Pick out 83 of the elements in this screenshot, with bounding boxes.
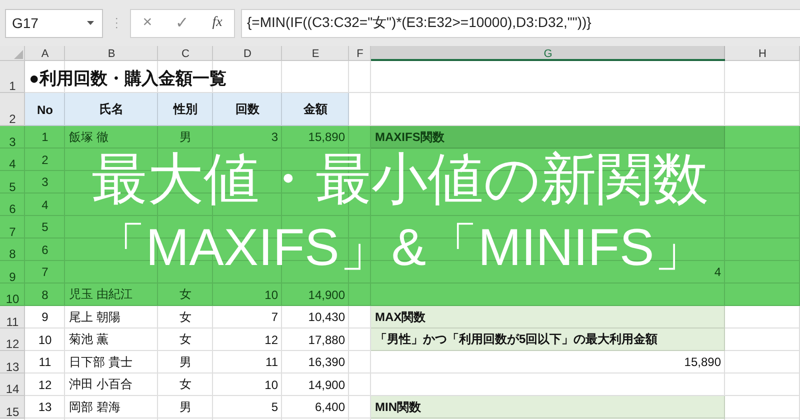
table-cell-text: 3: [40, 174, 50, 192]
table-cell-text: 6,400: [314, 399, 346, 416]
table-cell-text: 女: [178, 331, 192, 348]
row-number: 4: [8, 156, 17, 171]
table-cell-text: 11: [264, 354, 279, 372]
row-number: 15: [0, 396, 25, 418]
table-cell-text: 2: [40, 152, 50, 169]
column-label: No: [25, 93, 65, 126]
table-cell-text: 4: [40, 196, 50, 214]
table-cell-text: 沖田 小百合: [68, 376, 134, 394]
row-number: 14: [0, 374, 25, 396]
table-cell-text: 児玉 由紀江: [68, 286, 134, 304]
table-cell-text: 男: [178, 398, 192, 416]
table-cell: 「男性」かつ「利用回数が5回以下」の最大利用金額: [371, 328, 725, 351]
table-cell-text: 5: [270, 399, 279, 416]
table-cell-text: 14,900: [307, 376, 346, 394]
row-number: 1: [0, 61, 25, 93]
column-header[interactable]: H: [725, 46, 800, 61]
table-cell-text: 男: [178, 128, 192, 146]
column-label: 性別: [158, 93, 213, 126]
table-cell-text: 16,390: [307, 354, 346, 372]
table-cell-text: 14,900: [307, 286, 346, 304]
row-number: 8: [8, 246, 17, 261]
table-cell-text: 7: [40, 264, 50, 282]
column-header[interactable]: E: [282, 46, 349, 61]
table-cell-text: 男: [178, 354, 192, 371]
column-label: 回数: [213, 93, 282, 126]
row-number: 3: [8, 134, 17, 148]
table-cell-text: 1: [40, 129, 50, 146]
column-header[interactable]: A: [25, 46, 65, 61]
sheet-title: ●利用回数・購入金額一覧: [28, 68, 228, 90]
column-header[interactable]: C: [158, 46, 213, 61]
row-number: 12: [0, 328, 25, 351]
grip-icon: [115, 18, 118, 28]
row-number: 2: [0, 93, 25, 126]
table-cell-text: 8: [40, 286, 50, 304]
column-header[interactable]: D: [213, 46, 282, 61]
column-header[interactable]: F: [349, 46, 371, 61]
table-cell-text: 9: [40, 309, 50, 326]
table-cell-text: 日下部 貴士: [68, 354, 134, 371]
table-cell-text: 菊池 薫: [68, 331, 110, 348]
row-number: 9: [8, 268, 17, 284]
table-cell-text: 女: [178, 308, 192, 326]
row-number: 6: [8, 201, 17, 216]
banner-title: 最大値・最小値の新関数: [92, 150, 708, 208]
table-cell-text: 6: [40, 242, 50, 259]
table-cell-text: 12: [37, 376, 53, 394]
row-number: 13: [0, 351, 25, 374]
table-cell-text: 飯塚 徹: [68, 128, 110, 146]
row-number: 11: [0, 306, 25, 328]
insert-function-button[interactable]: fx: [212, 15, 222, 31]
table-cell: MIN関数: [371, 396, 725, 418]
table-cell-text: 女: [178, 286, 192, 304]
name-box[interactable]: G17: [5, 8, 103, 38]
table-cell: MAXIFS関数: [371, 126, 725, 148]
caret-icon[interactable]: [87, 21, 94, 25]
column-header[interactable]: G: [371, 46, 725, 61]
table-cell-text: 13: [37, 399, 53, 416]
column-label: 氏名: [65, 93, 158, 126]
table-cell-text: 10: [37, 332, 53, 349]
column-label: 金額: [282, 93, 349, 126]
table-cell-text: 7: [270, 309, 279, 326]
table-cell-text: 5: [40, 219, 50, 236]
table-cell-text: 15,890: [683, 354, 722, 372]
table-cell-text: 17,880: [307, 332, 346, 349]
row-number: 5: [8, 178, 17, 194]
table-cell: MAX関数: [371, 306, 725, 328]
table-cell-text: 15,890: [307, 129, 346, 146]
table-cell-text: 女: [178, 376, 192, 394]
row-number: 10: [4, 291, 20, 306]
formula-field[interactable]: {=MIN(IF((C3:C32="女")*(E3:E32>=10000),D3:D32,""))}: [241, 8, 800, 38]
table-cell-text: 4: [713, 264, 722, 282]
table-cell-text: 12: [264, 332, 279, 349]
row-number: 7: [8, 224, 17, 238]
column-header[interactable]: B: [65, 46, 158, 61]
table-cell-text: 11: [38, 354, 52, 372]
table-cell-text: 10: [264, 376, 279, 394]
table-cell-text: 岡部 碧海: [68, 398, 122, 416]
table-cell-text: 3: [270, 129, 279, 146]
banner-title: 「MAXIFS」&「MINIFS」: [94, 220, 706, 276]
table-cell-text: 10: [264, 286, 279, 304]
table-cell-text: 尾上 朝陽: [68, 308, 122, 326]
table-cell-text: 10,430: [307, 309, 346, 326]
